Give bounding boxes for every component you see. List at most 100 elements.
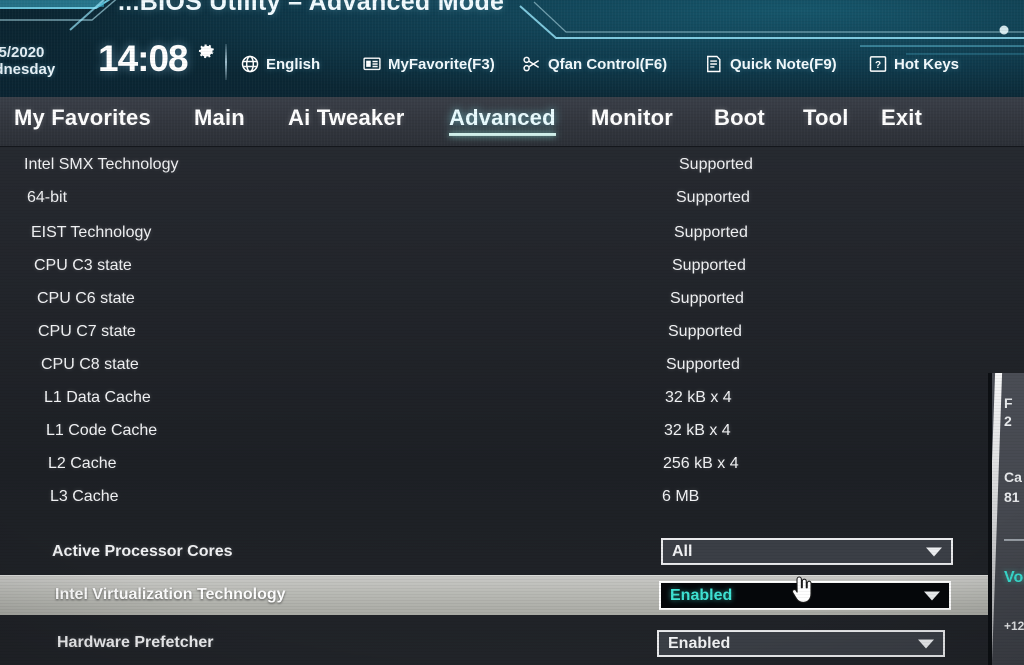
table-row: L1 Data Cache 32 kB x 4 — [0, 381, 1024, 414]
myfavorite-label: MyFavorite(F3) — [388, 55, 495, 73]
quick-note-label: Quick Note(F9) — [730, 55, 837, 73]
panel-edge-glow — [992, 373, 1003, 665]
gear-icon[interactable] — [196, 41, 217, 62]
table-row: L3 Cache 6 MB — [0, 480, 1024, 513]
row-label: Hardware Prefetcher — [57, 633, 214, 651]
row-value: Supported — [672, 256, 746, 274]
row-value: Supported — [679, 155, 753, 173]
active-processor-cores-dropdown[interactable]: All — [661, 538, 953, 565]
dropdown-value: Enabled — [670, 586, 733, 604]
hardware-prefetcher-dropdown[interactable]: Enabled — [657, 630, 945, 657]
intel-virtualization-technology-dropdown[interactable]: Enabled — [659, 581, 951, 610]
tab-label: Advanced — [449, 105, 556, 130]
panel-line-2: 2 — [1004, 413, 1012, 429]
row-label: Intel Virtualization Technology — [55, 586, 286, 603]
row-value: Supported — [670, 289, 744, 307]
tab-label: Ai Tweaker — [288, 105, 405, 130]
table-row: 64-bit Supported — [0, 181, 1024, 214]
tab-bar: My Favorites Main Ai Tweaker Advanced Mo… — [0, 97, 1024, 147]
row-value: Supported — [668, 322, 742, 340]
table-row: L1 Code Cache 32 kB x 4 — [0, 414, 1024, 447]
svg-text:?: ? — [875, 60, 881, 71]
panel-line-3: Ca — [1004, 469, 1022, 485]
row-label: Active Processor Cores — [52, 542, 233, 560]
row-label: L1 Data Cache — [44, 388, 151, 406]
row-value: 32 kB x 4 — [665, 388, 732, 406]
row-label: L3 Cache — [50, 487, 119, 505]
tab-monitor[interactable]: Monitor — [591, 105, 673, 131]
tab-label: Main — [194, 105, 245, 130]
table-row: EIST Technology Supported — [0, 216, 1024, 249]
date-text: /15/2020 — [0, 44, 45, 61]
panel-section-voltage: Vol — [1004, 569, 1024, 586]
tab-exit[interactable]: Exit — [881, 105, 922, 131]
table-row: CPU C8 state Supported — [0, 348, 1024, 381]
qfan-control-label: Qfan Control(F6) — [548, 55, 668, 73]
clock-text: 14:08 — [98, 38, 189, 79]
table-row: CPU C7 state Supported — [0, 315, 1024, 348]
quick-note-button[interactable]: Quick Note(F9) — [704, 54, 837, 74]
datetime-block: /15/2020 ednesday — [0, 44, 55, 78]
tab-tool[interactable]: Tool — [803, 105, 849, 131]
dropdown-value: All — [672, 542, 693, 560]
setting-row-intel-virtualization-technology[interactable]: Intel Virtualization Technology Enabled — [0, 575, 1024, 615]
header-divider — [225, 44, 227, 80]
row-label: CPU C8 state — [41, 355, 139, 373]
bios-screen: ...BIOS Utility – Advanced Mode /15/2020… — [0, 0, 1024, 665]
globe-icon — [240, 54, 260, 74]
panel-line-1: F — [1004, 395, 1013, 411]
tab-label: Boot — [714, 105, 765, 130]
hot-keys-label: Hot Keys — [894, 55, 960, 73]
header-bar: ...BIOS Utility – Advanced Mode /15/2020… — [0, 0, 1024, 97]
tab-label: Monitor — [591, 105, 674, 130]
tab-advanced[interactable]: Advanced — [449, 105, 556, 136]
setting-row-active-processor-cores[interactable]: Active Processor Cores All — [0, 535, 1024, 568]
row-label: CPU C7 state — [38, 322, 136, 340]
panel-line-4: 81 — [1004, 489, 1020, 505]
row-value: 256 kB x 4 — [663, 454, 739, 472]
row-label: CPU C3 state — [34, 256, 132, 274]
tab-ai-tweaker[interactable]: Ai Tweaker — [288, 105, 405, 131]
panel-divider — [1004, 539, 1024, 541]
question-icon: ? — [868, 54, 888, 74]
panel-line-5: +12V — [1004, 619, 1024, 633]
row-value: Supported — [676, 188, 750, 206]
tab-main[interactable]: Main — [194, 105, 245, 131]
row-label: EIST Technology — [31, 223, 152, 241]
note-icon — [704, 54, 724, 74]
row-label: Intel SMX Technology — [24, 155, 179, 173]
table-row: Intel SMX Technology Supported — [0, 148, 1024, 181]
language-label: English — [266, 55, 321, 73]
page-title: ...BIOS Utility – Advanced Mode — [118, 0, 505, 16]
chevron-down-icon — [926, 547, 942, 556]
tab-boot[interactable]: Boot — [714, 105, 765, 131]
chevron-down-icon — [918, 639, 934, 648]
chevron-down-icon — [924, 591, 940, 600]
hot-keys-button[interactable]: ? Hot Keys — [868, 54, 959, 74]
dropdown-value: Enabled — [668, 634, 731, 652]
row-value: 32 kB x 4 — [664, 421, 731, 439]
row-label: L2 Cache — [48, 454, 117, 472]
setting-row-hardware-prefetcher[interactable]: Hardware Prefetcher Enabled — [0, 626, 1024, 659]
row-value: Supported — [674, 223, 748, 241]
row-label: 64-bit — [27, 188, 68, 206]
tab-label: Exit — [881, 105, 923, 130]
myfavorite-button[interactable]: MyFavorite(F3) — [362, 54, 495, 74]
row-value: Supported — [666, 355, 740, 373]
tab-label: My Favorites — [14, 105, 151, 130]
row-value: 6 MB — [662, 487, 700, 505]
qfan-control-button[interactable]: Qfan Control(F6) — [522, 54, 667, 74]
favorites-icon — [362, 54, 382, 74]
table-row: CPU C3 state Supported — [0, 249, 1024, 282]
tab-my-favorites[interactable]: My Favorites — [14, 105, 151, 131]
fan-icon — [522, 54, 542, 74]
language-button[interactable]: English — [240, 54, 320, 74]
row-label: CPU C6 state — [37, 289, 135, 307]
settings-list: Intel SMX Technology Supported 64-bit Su… — [0, 148, 1024, 665]
weekday-text: ednesday — [0, 61, 56, 78]
row-label: L1 Code Cache — [46, 421, 158, 439]
table-row: CPU C6 state Supported — [0, 282, 1024, 315]
hardware-monitor-panel: F 2 Ca 81 Vol +12V — [988, 373, 1024, 665]
tab-label: Tool — [803, 105, 849, 130]
table-row: L2 Cache 256 kB x 4 — [0, 447, 1024, 480]
